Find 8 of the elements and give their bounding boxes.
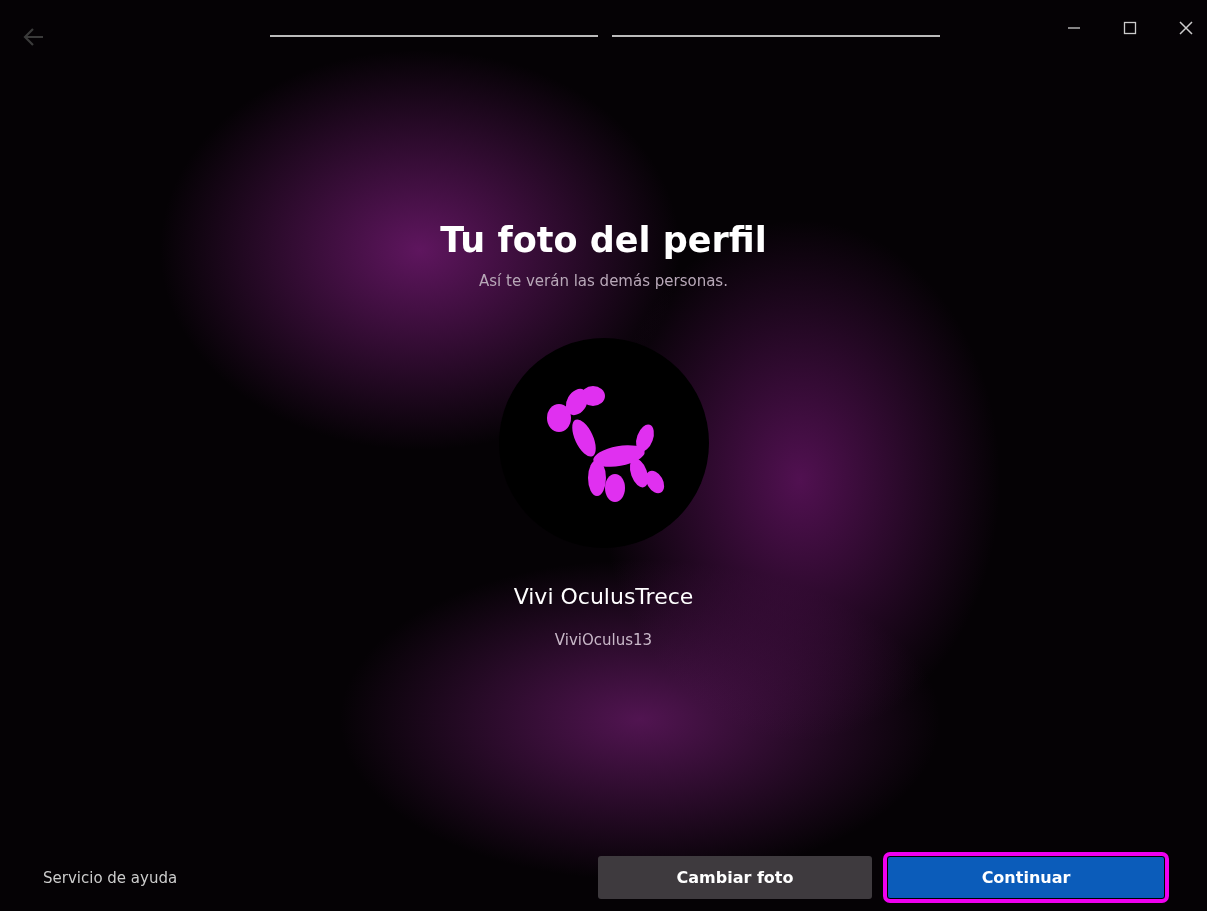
- change-photo-button[interactable]: Cambiar foto: [598, 856, 872, 899]
- username: ViviOculus13: [554, 631, 653, 649]
- page-subtitle: Así te verán las demás personas.: [479, 272, 728, 290]
- help-link[interactable]: Servicio de ayuda: [43, 868, 178, 887]
- maximize-icon[interactable]: [1123, 21, 1137, 35]
- display-name: Vivi OculusTrece: [513, 584, 694, 609]
- close-icon[interactable]: [1179, 21, 1193, 35]
- page-title: Tu foto del perfil: [440, 220, 767, 260]
